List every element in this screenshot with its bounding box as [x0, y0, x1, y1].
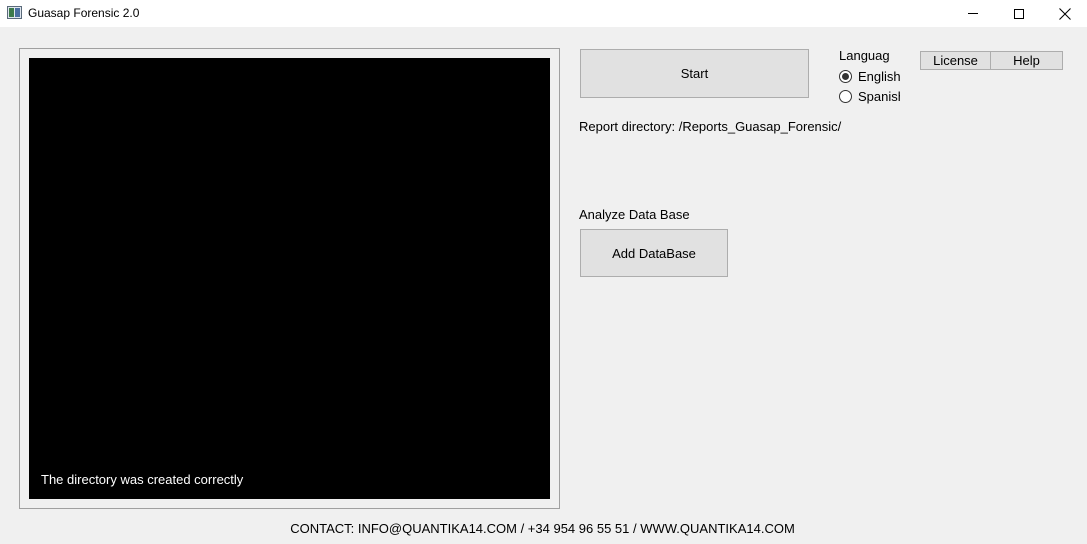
radio-unselected-icon[interactable] [839, 90, 852, 103]
minimize-button[interactable] [950, 0, 996, 27]
maximize-icon [1014, 8, 1024, 19]
title-bar: Guasap Forensic 2.0 [0, 0, 1087, 27]
console-message: The directory was created correctly [41, 472, 244, 487]
maximize-button[interactable] [996, 0, 1042, 27]
window-title: Guasap Forensic 2.0 [28, 6, 140, 20]
radio-selected-icon[interactable] [839, 70, 852, 83]
help-button[interactable]: Help [990, 51, 1063, 70]
console-output[interactable]: The directory was created correctly [29, 58, 550, 499]
report-directory-label: Report directory: /Reports_Guasap_Forens… [579, 119, 842, 134]
language-option-label: Spanish [858, 89, 900, 104]
close-icon [1059, 7, 1071, 20]
language-option-english[interactable]: English [839, 69, 900, 84]
language-group: Languag English Spanish [839, 48, 900, 108]
license-button[interactable]: License [920, 51, 991, 70]
analyze-database-label: Analyze Data Base [579, 207, 690, 222]
language-option-label: English [858, 69, 900, 84]
language-option-spanish[interactable]: Spanish [839, 89, 900, 104]
add-database-button[interactable]: Add DataBase [580, 229, 728, 277]
language-title: Languag [839, 48, 890, 63]
contact-footer: CONTACT: INFO@QUANTIKA14.COM / +34 954 9… [290, 521, 795, 536]
start-button[interactable]: Start [580, 49, 809, 98]
main-window: Guasap Forensic 2.0 The directory was cr… [0, 0, 1087, 544]
app-icon [7, 6, 22, 19]
close-button[interactable] [1042, 0, 1087, 27]
minimize-icon [968, 13, 978, 14]
